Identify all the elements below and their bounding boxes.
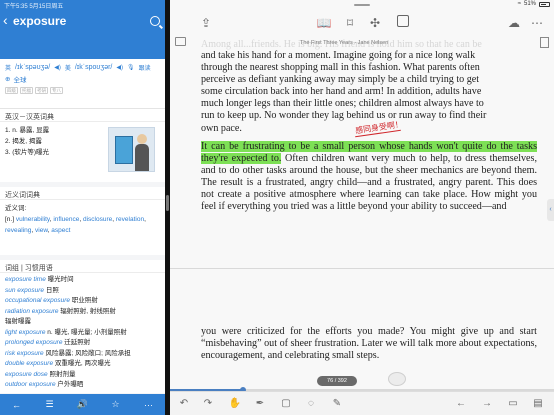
phrase-item[interactable]: outdoor exposure 户外曝晒 (5, 380, 160, 391)
forward-arrow-icon[interactable]: → (479, 397, 495, 411)
book-header[interactable]: The First Three Years - Jane Nelsen (300, 40, 388, 46)
level-tags: 四级 托福 考研 专八 (5, 87, 160, 94)
text-line: run to keep up. No wonder they lag behin… (201, 110, 487, 122)
globe-icon: ⊕ (5, 76, 11, 83)
phrase-item[interactable]: occupational exposure 职业照射 (5, 296, 160, 307)
pronunciation-us[interactable]: /ɪkˈspoʊʒər/ (75, 64, 113, 71)
pronunciation-uk[interactable]: /ɪkˈspəʊʒə/ (15, 64, 50, 71)
speaker-icon[interactable]: 🔊 (74, 399, 92, 410)
speaker-icon[interactable]: ◀) (54, 64, 61, 71)
level-tag: 托福 (20, 87, 33, 94)
pronunciation-block: 英 /ɪkˈspəʊʒə/ ◀) 美 /ɪkˈspoʊʒər/ ◀) 🎙 跟读 … (0, 59, 165, 109)
synonym-link[interactable]: revelation (116, 216, 144, 223)
undo-icon[interactable]: ↶ (176, 397, 192, 411)
phrase-item[interactable]: prolonged exposure 迁延照射 (5, 338, 160, 349)
mindmap-icon[interactable]: ✣ (367, 15, 383, 31)
page-thumbnail[interactable] (388, 372, 406, 386)
phrase-item[interactable]: double exposure 双重曝光, 两次曝光 (5, 359, 160, 370)
reader-pane: ≈ 51% ⇪ 📖 ⌑ ✣ ☁ ⋯ Among all...friends. H… (170, 0, 554, 415)
text-line: and take his hand for a moment. Imagine … (201, 50, 476, 61)
page-icon[interactable]: ▤ (530, 397, 546, 411)
redo-icon[interactable]: ↷ (200, 397, 216, 411)
phrase-item[interactable]: risk exposure 风险暴露; 风险敞口; 风险承担 (5, 349, 160, 360)
back-icon[interactable]: ‹ (3, 13, 8, 27)
text-line: perceive as defiant yanking away may sim… (201, 74, 480, 86)
illustration-image[interactable] (108, 127, 155, 172)
dictionary-tabbar: ← ☰ 🔊 ☆ ··· (0, 394, 165, 415)
reader-toolbar: ⇪ 📖 ⌑ ✣ ☁ ⋯ (170, 10, 554, 36)
pencil-tool-icon[interactable]: ✎ (329, 397, 345, 411)
book-icon[interactable]: 📖 (316, 15, 332, 31)
dictionary-header: 下午5:35 5月15日周五 ‹ exposure (0, 0, 165, 59)
global-label[interactable]: 全球 (13, 74, 26, 84)
speaker-icon[interactable]: ◀) (116, 64, 123, 71)
side-panel-tab[interactable]: ‹ (547, 199, 554, 221)
level-tag: 考研 (35, 87, 48, 94)
list-icon[interactable]: ☰ (41, 399, 59, 410)
phrase-item: 辐射曝露 (5, 318, 31, 325)
star-icon[interactable]: ☆ (107, 399, 125, 410)
word-title: exposure (13, 14, 67, 28)
more-icon[interactable]: ··· (140, 400, 158, 410)
synonym-link[interactable]: view (35, 227, 48, 234)
section-title: 英汉－汉英词典 (0, 109, 165, 122)
synonym-link[interactable]: influence (53, 216, 79, 223)
bookmark-icon[interactable]: ⌑ (342, 15, 358, 31)
level-tag: 四级 (5, 87, 18, 94)
phrase-section: 词组 | 习惯用语 exposure time 曝光时间 sun exposur… (0, 260, 165, 393)
status-time: 下午5:35 5月15日周五 (4, 4, 64, 10)
text-line: through the nearest shopping mall in thi… (201, 62, 480, 74)
phrase-item[interactable]: radiation exposure 辐射照射, 射线照射 (5, 307, 160, 318)
synonym-link[interactable]: disclosure (83, 216, 112, 223)
page-counter: 76 / 392 (317, 376, 357, 386)
add-page-icon[interactable] (540, 37, 549, 48)
multitask-grip[interactable] (354, 4, 370, 6)
phrase-item[interactable]: exposure dose 照射剂量 (5, 370, 160, 381)
cloud-sync-icon[interactable]: ☁ (506, 15, 522, 31)
section-title: 近义词词典 (0, 187, 165, 200)
phrase-item[interactable]: exposure time 曝光时间 (5, 275, 160, 286)
paragraph-2[interactable]: you were criticized for the efforts you … (201, 326, 537, 362)
battery-percent: 51% (523, 1, 536, 7)
split-view-handle[interactable] (166, 195, 169, 211)
back-arrow-icon[interactable]: ← (453, 397, 469, 411)
text-line: much longer legs than their little ones;… (201, 98, 484, 110)
section-title: 词组 | 习惯用语 (0, 260, 165, 273)
more-icon[interactable]: ⋯ (529, 15, 545, 31)
dictionary-pane: 下午5:35 5月15日周五 ‹ exposure 英 /ɪkˈspəʊʒə/ … (0, 0, 165, 415)
lasso-tool-icon[interactable]: ◌ (303, 397, 319, 411)
page-break (170, 268, 554, 269)
back-arrow-icon[interactable]: ← (8, 400, 26, 410)
sidebar-toggle-icon[interactable] (175, 37, 186, 46)
uk-label: 英 (5, 66, 12, 72)
hand-tool-icon[interactable]: ✋ (227, 397, 243, 411)
layout-icon[interactable]: ▭ (505, 397, 521, 411)
synonym-pos: [n.] (5, 216, 15, 223)
us-label: 美 (64, 66, 71, 72)
synonym-link[interactable]: aspect (51, 227, 70, 234)
shape-tool-icon[interactable]: ▢ (278, 397, 294, 411)
level-tag: 专八 (50, 87, 63, 94)
pen-tool-icon[interactable]: ✒ (252, 397, 268, 411)
pages-icon[interactable] (395, 15, 411, 31)
microphone-icon[interactable]: 🎙 (127, 64, 135, 71)
wifi-icon: ≈ (517, 1, 521, 7)
ec-dictionary-section: 英汉－汉英词典 1. n. 暴露, 显露 2. 揭发, 揭露 3. (软片等)曝… (0, 109, 165, 182)
synonym-link[interactable]: vulnerability (16, 216, 50, 223)
synonym-link[interactable]: revealing (5, 227, 31, 234)
follow-read-button[interactable]: 跟读 (139, 63, 151, 72)
status-bar: ≈ 51% (518, 1, 550, 7)
synonym-section: 近义词词典 近义词: [n.] vulnerability, influence… (0, 187, 165, 255)
search-icon[interactable] (150, 16, 160, 26)
synonym-heading: 近义词: (5, 205, 27, 212)
share-icon[interactable]: ⇪ (198, 15, 214, 31)
annotation-toolbar: ↶ ↷ ✋ ✒ ▢ ◌ ✎ ← → ▭ ▤ (170, 391, 554, 415)
phrase-item[interactable]: sun exposure 日照 (5, 286, 160, 297)
battery-icon (539, 1, 550, 7)
phrase-item[interactable]: light exposure n. 曝光, 曝光量; 小剂量照射 (5, 328, 160, 339)
text-line: some circulation back into her hand and … (201, 86, 482, 98)
